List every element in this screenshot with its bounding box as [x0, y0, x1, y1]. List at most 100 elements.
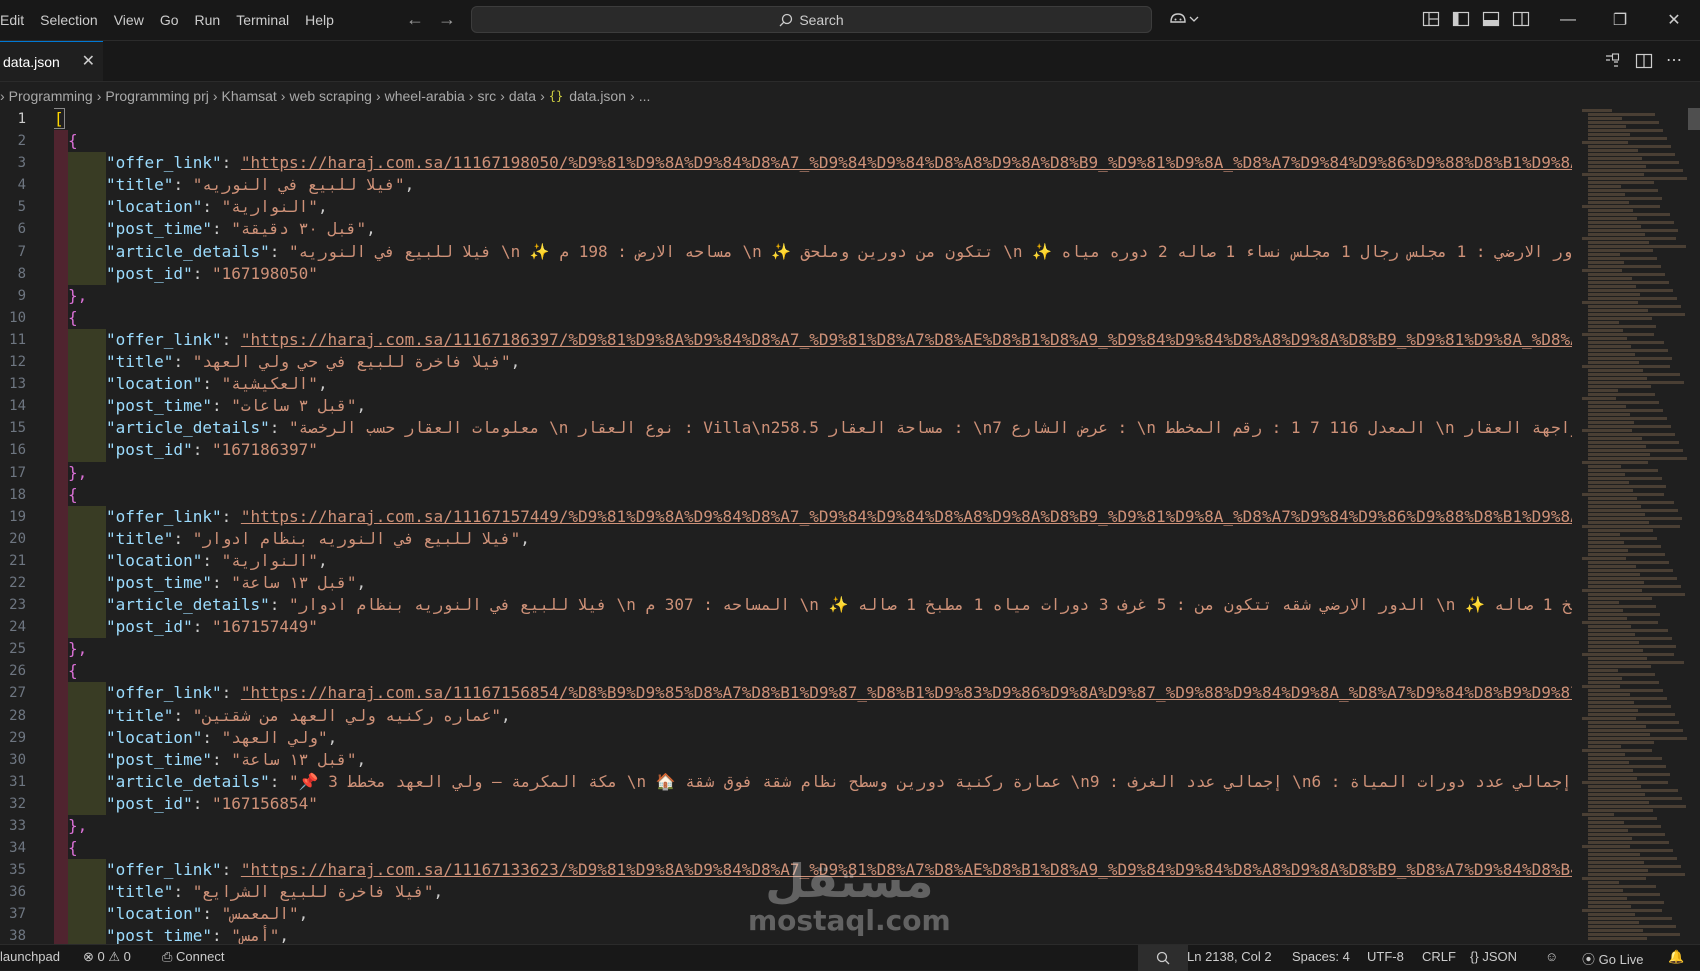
tab-data-json[interactable]: data.json ✕ — [0, 41, 103, 81]
code-line[interactable]: "article_details": "معلومات العقار حسب ا… — [54, 417, 1572, 440]
code-line[interactable]: [ — [54, 108, 1572, 130]
code-line[interactable]: "offer_link": "https://haraj.com.sa/1116… — [54, 152, 1572, 175]
indentation[interactable]: Spaces: 4 — [1292, 949, 1350, 964]
code-line[interactable]: "location": "النوارية", — [54, 549, 1572, 572]
encoding[interactable]: UTF-8 — [1367, 949, 1404, 964]
code-line[interactable]: "location": "ولي العهد", — [54, 726, 1572, 749]
code-line[interactable]: "post_time": "قبل ١٣ ساعة", — [54, 748, 1572, 771]
code-line[interactable]: "title": "عماره ركنيه ولي العهد من شقتين… — [54, 704, 1572, 727]
code-line[interactable]: "title": "فيلا للبيع في النوريه", — [54, 174, 1572, 197]
menu-terminal[interactable]: Terminal — [228, 12, 297, 28]
code-line[interactable]: "title": "فيلا فاخرة للبيع في حي ولي الع… — [54, 351, 1572, 374]
code-line[interactable]: "offer_link": "https://haraj.com.sa/1116… — [54, 505, 1572, 528]
problems-indicator[interactable]: ⊗ 0 ⚠ 0 — [83, 949, 131, 965]
minimap-line — [1582, 109, 1612, 112]
go-live-button[interactable]: ⦿ Go Live — [1582, 949, 1643, 968]
code-area[interactable]: [{"offer_link": "https://haraj.com.sa/11… — [54, 108, 1572, 944]
code-line[interactable]: }, — [54, 638, 1572, 661]
minimap-line — [1588, 209, 1633, 212]
minimap-line — [1588, 501, 1674, 504]
code-line[interactable]: "post_time": "قبل ١٣ ساعة", — [54, 571, 1572, 595]
minimap-line — [1588, 665, 1651, 668]
cursor-position[interactable]: Ln 2138, Col 2 — [1187, 949, 1272, 964]
menu-edit[interactable]: Edit — [0, 12, 32, 28]
connect-button[interactable]: ⎙ Connect — [162, 949, 224, 965]
code-line[interactable]: { — [54, 130, 1572, 153]
json-link-value[interactable]: "https://haraj.com.sa/11167156854/%D8%B9… — [241, 683, 1572, 702]
minimap[interactable] — [1580, 108, 1690, 944]
breadcrumb-item[interactable]: Programming — [9, 88, 93, 104]
json-string-value: "فيلا للبيع في النوريه بنظام ادوار \n ال… — [289, 595, 1572, 615]
code-line[interactable]: }, — [54, 815, 1572, 838]
menu-selection[interactable]: Selection — [32, 12, 106, 28]
line-ending[interactable]: CRLF — [1422, 949, 1456, 964]
language-mode[interactable]: {} JSON — [1470, 949, 1517, 964]
forward-arrow-icon[interactable]: → — [438, 9, 456, 30]
code-line[interactable]: "post_time": "قبل ٣ ساعات", — [54, 395, 1572, 418]
code-line[interactable]: "article_details": "فيلا للبيع في النوري… — [54, 240, 1572, 263]
breadcrumb-item[interactable]: src — [477, 88, 496, 104]
minimap-line — [1588, 125, 1626, 128]
minimap-line — [1588, 197, 1662, 200]
minimap-line — [1588, 733, 1650, 736]
breadcrumb-item[interactable]: Khamsat — [222, 88, 277, 104]
code-line[interactable]: "location": "النوارية", — [54, 196, 1572, 219]
copilot-status-icon[interactable]: ☺ — [1545, 949, 1558, 964]
code-line[interactable]: "post_id": "167157449" — [54, 616, 1572, 639]
json-key: "post_time" — [106, 572, 212, 592]
breadcrumb-item[interactable]: Programming prj — [105, 88, 208, 104]
menu-go[interactable]: Go — [152, 12, 187, 28]
breadcrumb-item[interactable]: wheel-arabia — [385, 88, 465, 104]
code-line[interactable]: "post_id": "167186397" — [54, 439, 1572, 462]
indent-guide — [68, 152, 106, 175]
line-number: 21 — [9, 552, 26, 569]
command-center-search[interactable]: Search — [471, 6, 1152, 33]
panel-icon[interactable] — [1482, 10, 1500, 31]
more-icon[interactable]: ⋯ — [1666, 50, 1682, 70]
split-editor-icon[interactable] — [1635, 52, 1653, 73]
menu-view[interactable]: View — [106, 12, 152, 28]
code-line[interactable]: }, — [54, 461, 1572, 484]
breadcrumb-item[interactable]: data.json — [569, 88, 626, 104]
json-link-value[interactable]: "https://haraj.com.sa/11167198050/%D9%81… — [241, 153, 1572, 172]
sidebar-left-icon[interactable] — [1452, 10, 1470, 31]
breadcrumb-item[interactable]: ... — [639, 88, 651, 104]
restore-icon[interactable]: ❐ — [1600, 6, 1640, 34]
close-icon[interactable]: ✕ — [1654, 6, 1694, 34]
minimap-line — [1588, 413, 1630, 416]
code-line[interactable]: "article_details": "فيلا للبيع في النوري… — [54, 594, 1572, 617]
code-line[interactable]: { — [54, 660, 1572, 683]
code-editor[interactable]: 1 2 3 4 5 6 7 8 9 10 11 12 13 14 15 16 17 18 19 20 21 22 23 24 2… — [0, 108, 1572, 944]
scrollbar-thumb[interactable] — [1688, 108, 1700, 130]
code-line[interactable]: "post_time": "قبل ٣٠ دقيقة", — [54, 218, 1572, 241]
code-line[interactable]: "location": "العكيشية", — [54, 373, 1572, 396]
code-line[interactable]: "offer_link": "https://haraj.com.sa/1116… — [54, 328, 1572, 352]
minimap-line — [1588, 757, 1662, 760]
bell-icon[interactable]: 🔔 — [1668, 949, 1684, 965]
breadcrumb-item[interactable]: web scraping — [289, 88, 372, 104]
code-line[interactable]: { — [54, 306, 1572, 329]
menu-run[interactable]: Run — [187, 12, 229, 28]
breadcrumb-item[interactable]: data — [509, 88, 536, 104]
code-line[interactable]: "post_id": "167198050" — [54, 262, 1572, 285]
json-link-value[interactable]: "https://haraj.com.sa/11167186397/%D9%81… — [241, 330, 1572, 349]
code-line[interactable]: "post_id": "167156854" — [54, 792, 1572, 815]
line-number: 31 — [9, 773, 26, 790]
minimize-icon[interactable]: — — [1548, 6, 1588, 34]
back-arrow-icon[interactable]: ← — [406, 9, 424, 30]
remote-indicator[interactable]: launchpad — [0, 949, 60, 964]
json-link-value[interactable]: "https://haraj.com.sa/11167157449/%D9%81… — [241, 507, 1572, 526]
compare-icon[interactable] — [1603, 52, 1621, 73]
tab-close-icon[interactable]: ✕ — [82, 51, 95, 71]
zoom-button[interactable] — [1138, 945, 1188, 971]
colon: : — [269, 771, 290, 791]
code-line[interactable]: }, — [54, 284, 1572, 307]
code-line[interactable]: { — [54, 483, 1572, 506]
code-line[interactable]: "title": "فيلا للبيع في النوريه بنظام اد… — [54, 527, 1572, 550]
code-line[interactable]: "article_details": "📌 3 مكة المكرمة – ول… — [54, 770, 1572, 793]
code-line[interactable]: "offer_link": "https://haraj.com.sa/1116… — [54, 682, 1572, 705]
sidebar-right-icon[interactable] — [1512, 10, 1530, 31]
menu-help[interactable]: Help — [297, 12, 342, 28]
copilot-icon[interactable] — [1168, 10, 1200, 31]
layout-icon[interactable] — [1422, 10, 1440, 31]
